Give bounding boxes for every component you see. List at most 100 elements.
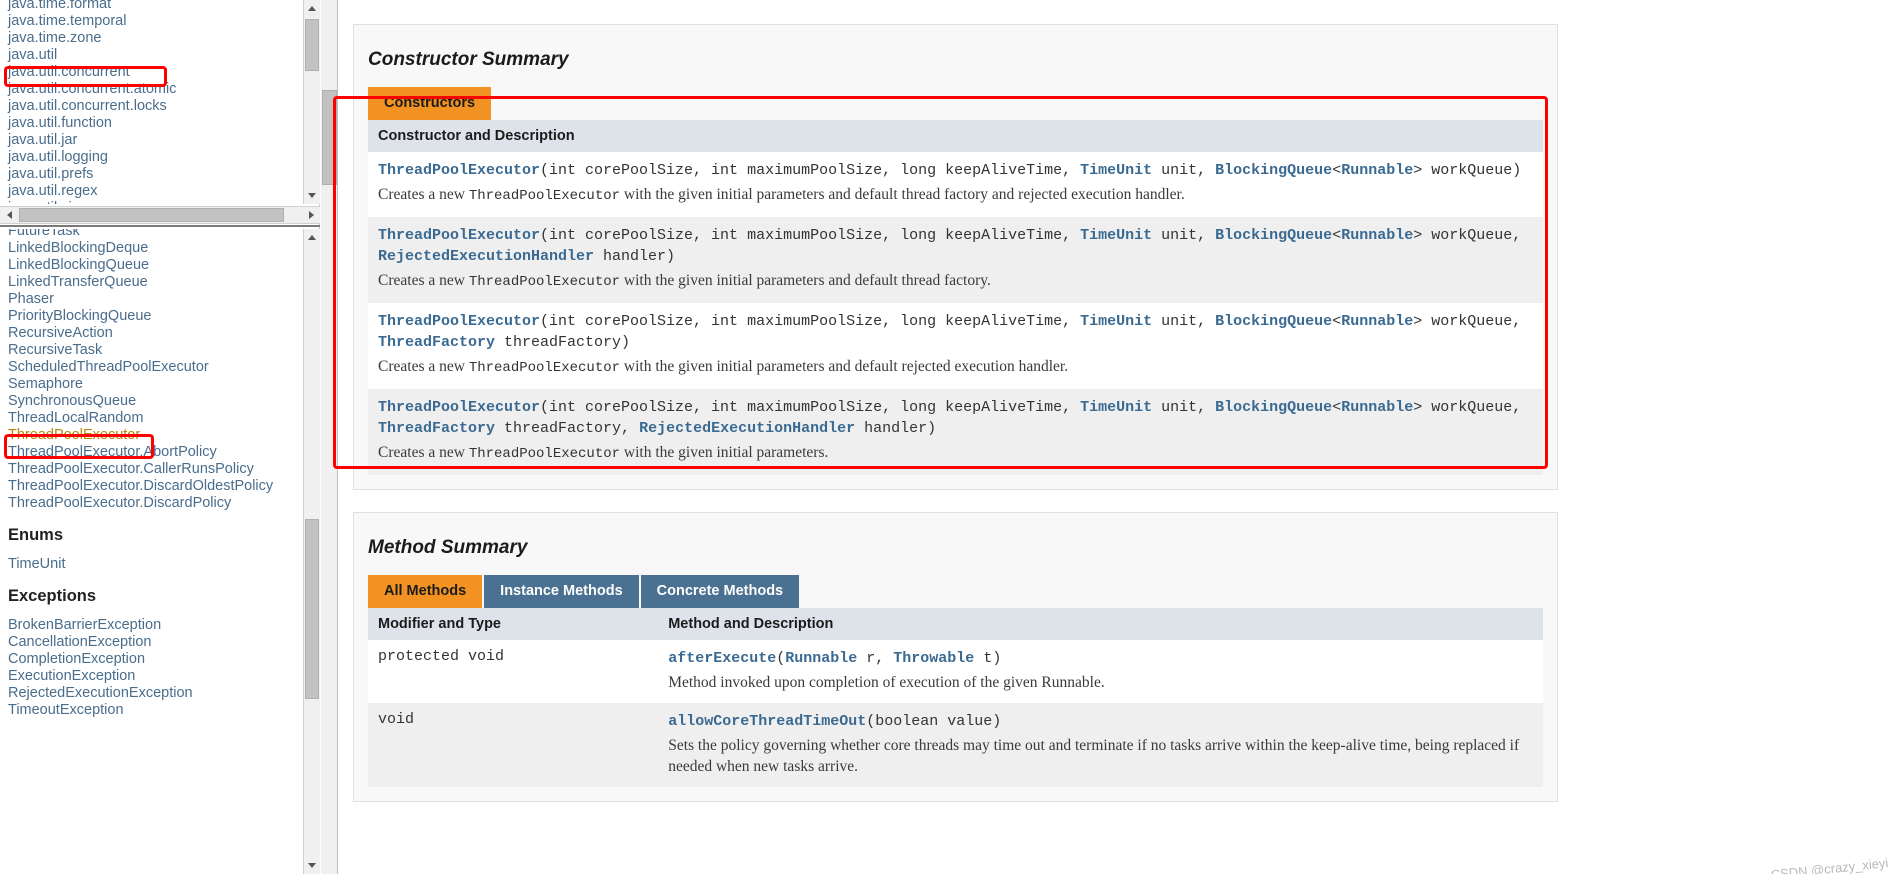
tab-constructors[interactable]: Constructors: [368, 87, 492, 120]
tab-instance-methods[interactable]: Instance Methods: [484, 575, 639, 608]
sidebar: java.time.format java.time.temporal java.t…: [0, 0, 320, 874]
main-inner: A handler for rejected tasks that silent…: [339, 0, 1895, 874]
class-link[interactable]: ThreadPoolExecutor.CallerRunsPolicy: [8, 461, 300, 478]
method-signature[interactable]: afterExecute(Runnable r, Throwable t): [668, 648, 1533, 669]
constructor-summary-section: Constructor Summary Constructors Constru…: [353, 24, 1558, 490]
content-column: A handler for rejected tasks that silent…: [353, 0, 1558, 802]
package-list-scrollbar[interactable]: [303, 0, 320, 204]
constructor-table: Constructor and Description ThreadPoolEx…: [368, 120, 1543, 475]
package-link[interactable]: java.time.format: [8, 0, 300, 13]
scroll-down-arrow-icon[interactable]: [304, 857, 320, 874]
class-link[interactable]: ThreadLocalRandom: [8, 410, 300, 427]
constructor-summary-heading: Constructor Summary: [368, 49, 569, 70]
exception-link[interactable]: BrokenBarrierException: [8, 617, 300, 634]
package-list-pane[interactable]: java.time.format java.time.temporal java.t…: [0, 0, 320, 204]
package-link[interactable]: java.util: [8, 47, 300, 64]
method-description: Method invoked upon completion of execut…: [668, 674, 1105, 691]
class-link[interactable]: RecursiveAction: [8, 325, 300, 342]
tab-all-methods[interactable]: All Methods: [368, 575, 483, 608]
class-link[interactable]: LinkedTransferQueue: [8, 274, 300, 291]
exception-link[interactable]: ExecutionException: [8, 668, 300, 685]
method-modifier-cell: protected void: [368, 640, 659, 703]
enum-link[interactable]: TimeUnit: [8, 556, 300, 573]
class-link[interactable]: ThreadPoolExecutor.AbortPolicy: [8, 444, 300, 461]
scroll-right-arrow-icon[interactable]: [302, 207, 320, 223]
package-link[interactable]: java.util.prefs: [8, 166, 300, 183]
method-summary-heading: Method Summary: [368, 537, 528, 558]
method-signature[interactable]: allowCoreThreadTimeOut(boolean value): [668, 711, 1533, 732]
constructor-cell: ThreadPoolExecutor(int corePoolSize, int…: [368, 152, 1543, 217]
tab-concrete-methods[interactable]: Concrete Methods: [640, 575, 800, 608]
class-link[interactable]: ThreadPoolExecutor.DiscardOldestPolicy: [8, 478, 300, 495]
exception-link[interactable]: TimeoutException: [8, 702, 300, 719]
exception-link[interactable]: RejectedExecutionException: [8, 685, 300, 702]
table-row: protected void afterExecute(Runnable r, T…: [368, 640, 1543, 703]
class-link[interactable]: SynchronousQueue: [8, 393, 300, 410]
method-tabrow: All Methods Instance Methods Concrete Meth…: [368, 575, 1543, 608]
package-link[interactable]: java.util.zip: [8, 200, 300, 204]
constructor-description: Creates a new ThreadPoolExecutor with th…: [378, 358, 1069, 376]
package-link[interactable]: java.time.zone: [8, 30, 300, 47]
pane-divider: [0, 225, 320, 227]
scroll-up-arrow-icon[interactable]: [304, 229, 320, 246]
table-header-row: Constructor and Description: [368, 120, 1543, 152]
class-link-selected[interactable]: ThreadPoolExecutor: [8, 427, 300, 444]
package-link[interactable]: java.util.concurrent.locks: [8, 98, 300, 115]
constructor-table-body: ThreadPoolExecutor(int corePoolSize, int…: [368, 152, 1543, 475]
class-link[interactable]: FutureTask: [8, 229, 300, 240]
class-link[interactable]: Phaser: [8, 291, 300, 308]
constructor-signature[interactable]: ThreadPoolExecutor(int corePoolSize, int…: [378, 160, 1533, 181]
constructor-cell: ThreadPoolExecutor(int corePoolSize, int…: [368, 389, 1543, 475]
exception-link[interactable]: CompletionException: [8, 651, 300, 668]
class-link[interactable]: ThreadPoolExecutor.DiscardPolicy: [8, 495, 300, 512]
scrollbar-thumb[interactable]: [305, 519, 319, 699]
constructor-signature[interactable]: ThreadPoolExecutor(int corePoolSize, int…: [378, 397, 1533, 439]
package-link[interactable]: java.util.concurrent: [8, 64, 300, 81]
package-link[interactable]: java.util.concurrent.atomic: [8, 81, 300, 98]
method-modifier-cell: void: [368, 703, 659, 787]
main-scrollbar-thumb[interactable]: [322, 90, 337, 185]
package-list: java.time.format java.time.temporal java.t…: [0, 0, 300, 204]
class-link[interactable]: RecursiveTask: [8, 342, 300, 359]
scrollbar-thumb[interactable]: [305, 19, 319, 71]
class-link[interactable]: LinkedBlockingQueue: [8, 257, 300, 274]
package-link[interactable]: java.util.jar: [8, 132, 300, 149]
constructor-signature[interactable]: ThreadPoolExecutor(int corePoolSize, int…: [378, 311, 1533, 353]
class-link[interactable]: ScheduledThreadPoolExecutor: [8, 359, 300, 376]
class-link[interactable]: Semaphore: [8, 376, 300, 393]
scroll-left-arrow-icon[interactable]: [0, 207, 18, 223]
scroll-down-arrow-icon[interactable]: [304, 187, 320, 204]
method-description-cell: allowCoreThreadTimeOut(boolean value) Set…: [658, 703, 1543, 787]
constructor-description: Creates a new ThreadPoolExecutor with th…: [378, 444, 829, 462]
method-description-cell: afterExecute(Runnable r, Throwable t) Met…: [658, 640, 1543, 703]
table-row: ThreadPoolExecutor(int corePoolSize, int…: [368, 152, 1543, 217]
method-table: Modifier and Type Method and Description…: [368, 608, 1543, 787]
enums-heading: Enums: [8, 526, 64, 544]
package-list-hscrollbar[interactable]: [0, 206, 320, 224]
table-row: ThreadPoolExecutor(int corePoolSize, int…: [368, 303, 1543, 389]
constructor-tabrow: Constructors: [368, 87, 1543, 120]
class-link[interactable]: LinkedBlockingDeque: [8, 240, 300, 257]
package-link[interactable]: java.util.logging: [8, 149, 300, 166]
constructor-signature[interactable]: ThreadPoolExecutor(int corePoolSize, int…: [378, 225, 1533, 267]
class-list-pane[interactable]: FutureTask LinkedBlockingDeque LinkedBlock…: [0, 229, 320, 874]
scroll-up-arrow-icon[interactable]: [304, 0, 320, 17]
javadoc-page: java.time.format java.time.temporal java.t…: [0, 0, 1895, 874]
method-table-body: protected void afterExecute(Runnable r, T…: [368, 640, 1543, 787]
hscrollbar-thumb[interactable]: [19, 208, 284, 222]
constructor-description: Creates a new ThreadPoolExecutor with th…: [378, 186, 1185, 204]
package-link[interactable]: java.util.function: [8, 115, 300, 132]
class-link[interactable]: PriorityBlockingQueue: [8, 308, 300, 325]
exceptions-heading: Exceptions: [8, 587, 97, 605]
method-column-header-method: Method and Description: [658, 608, 1543, 640]
method-column-header-modifier: Modifier and Type: [368, 608, 659, 640]
constructor-column-header: Constructor and Description: [368, 120, 1543, 152]
constructor-cell: ThreadPoolExecutor(int corePoolSize, int…: [368, 217, 1543, 303]
package-link[interactable]: java.util.regex: [8, 183, 300, 200]
main-scrollbar[interactable]: [321, 0, 338, 874]
partial-top-text: A handler for rejected tasks that silent…: [353, 0, 1558, 2]
class-list-scrollbar[interactable]: [303, 229, 320, 874]
exception-link[interactable]: CancellationException: [8, 634, 300, 651]
package-link[interactable]: java.time.temporal: [8, 13, 300, 30]
main-content: A handler for rejected tasks that silent…: [321, 0, 1895, 874]
